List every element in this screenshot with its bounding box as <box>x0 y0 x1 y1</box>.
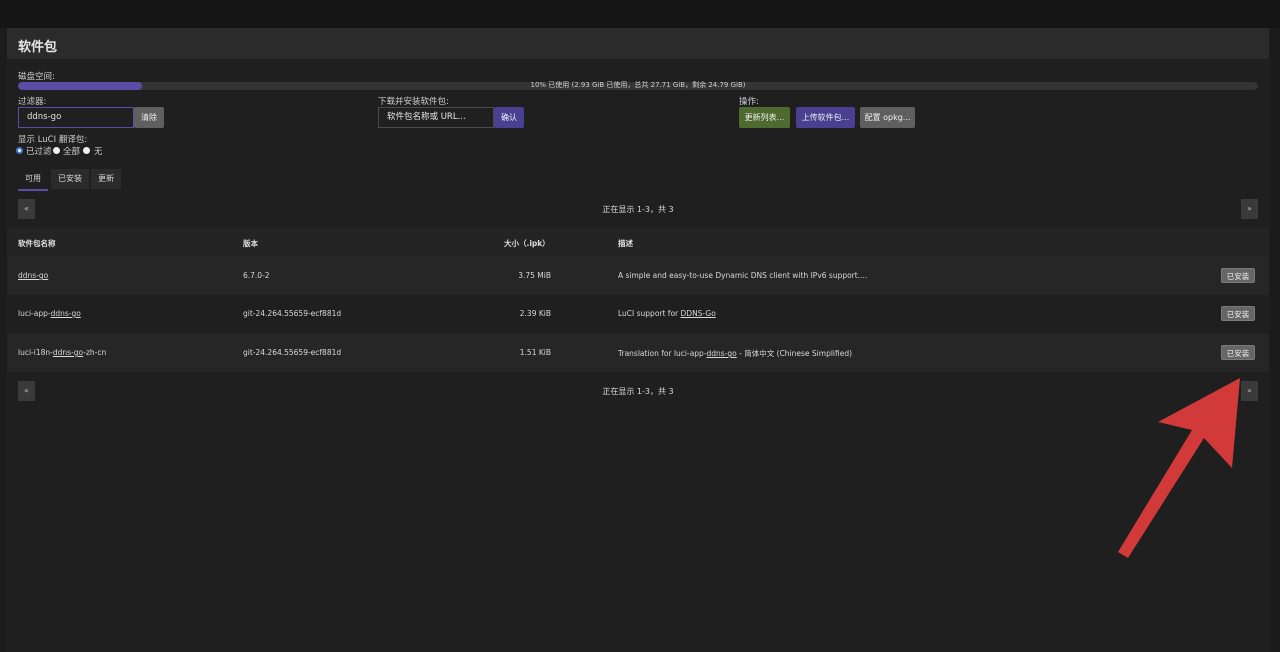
configure-opkg-button[interactable]: 配置 opkg... <box>860 107 915 128</box>
pager-next-button-top[interactable]: » <box>1241 199 1258 219</box>
page-title: 软件包 <box>18 40 58 55</box>
package-version: git-24.264.55659-ecf881d <box>243 309 342 318</box>
confirm-install-button[interactable]: 确认 <box>494 107 524 128</box>
filter-label: 过滤器: <box>18 97 47 107</box>
top-bar <box>0 0 1280 28</box>
radio-all-label: 全部 <box>63 147 81 157</box>
tab-installed[interactable]: 已安装 <box>51 169 89 189</box>
header-name: 软件包名称 <box>18 239 56 248</box>
table-row: luci-app-ddns-go git-24.264.55659-ecf881… <box>7 295 1269 333</box>
table-header: 软件包名称 版本 大小（.ipk） 描述 <box>7 228 1269 258</box>
radio-filtered[interactable] <box>16 147 23 154</box>
download-label: 下载并安装软件包: <box>378 97 449 107</box>
header-version: 版本 <box>243 239 258 248</box>
radio-all[interactable] <box>53 147 60 154</box>
package-version: git-24.264.55659-ecf881d <box>243 348 342 357</box>
package-name: luci-i18n-ddns-go-zh-cn <box>18 348 107 357</box>
package-link[interactable]: ddns-go <box>51 309 81 318</box>
table-row: luci-i18n-ddns-go-zh-cn git-24.264.55659… <box>7 334 1269 372</box>
description-link[interactable]: ddns-go <box>707 349 737 358</box>
pager-status-top: 正在显示 1-3，共 3 <box>602 205 674 214</box>
installed-button[interactable]: 已安装 <box>1221 268 1255 283</box>
package-name: ddns-go <box>18 271 48 280</box>
actions-label: 操作: <box>739 97 759 107</box>
tab-updates[interactable]: 更新 <box>91 169 121 189</box>
package-description: Translation for luci-app-ddns-go - 简体中文 … <box>618 349 853 358</box>
package-url-input[interactable]: 软件包名称或 URL... <box>378 107 494 128</box>
package-size: 2.39 KiB <box>519 309 551 318</box>
update-lists-button[interactable]: 更新列表... <box>739 107 790 128</box>
table-row: ddns-go 6.7.0-2 3.75 MiB A simple and ea… <box>7 257 1269 295</box>
upload-package-button[interactable]: 上传软件包... <box>796 107 855 128</box>
package-name: luci-app-ddns-go <box>18 309 81 318</box>
package-description: LuCI support for DDNS-Go <box>618 309 716 318</box>
package-link[interactable]: ddns-go <box>53 348 83 357</box>
package-link[interactable]: ddns-go <box>18 271 48 280</box>
annotation-arrow-icon <box>1118 378 1240 558</box>
description-link[interactable]: DDNS-Go <box>681 309 716 318</box>
package-version: 6.7.0-2 <box>243 271 270 280</box>
radio-filtered-label: 已过滤 <box>26 147 52 157</box>
disk-usage-text: 10% 已使用 (2.93 GiB 已使用，总共 27.71 GiB，剩余 24… <box>530 81 746 89</box>
header-size: 大小（.ipk） <box>504 239 550 248</box>
pager-status-bottom: 正在显示 1-3，共 3 <box>602 387 674 396</box>
installed-button[interactable]: 已安装 <box>1221 345 1255 360</box>
package-size: 1.51 KiB <box>519 348 551 357</box>
packages-panel: 软件包 磁盘空间: 10% 已使用 (2.93 GiB 已使用，总共 27.71… <box>7 28 1269 652</box>
installed-button[interactable]: 已安装 <box>1221 306 1255 321</box>
luci-translation-label: 显示 LuCI 翻译包: <box>18 135 88 145</box>
clear-filter-button[interactable]: 清除 <box>134 107 164 128</box>
panel-header: 软件包 <box>7 28 1269 59</box>
filter-input[interactable]: ddns-go <box>18 107 134 128</box>
radio-none[interactable] <box>83 147 90 154</box>
tab-available[interactable]: 可用 <box>18 169 48 191</box>
header-description: 描述 <box>618 239 633 248</box>
package-description: A simple and easy-to-use Dynamic DNS cli… <box>618 271 868 280</box>
radio-none-label: 无 <box>94 147 103 157</box>
package-size: 3.75 MiB <box>518 271 551 280</box>
